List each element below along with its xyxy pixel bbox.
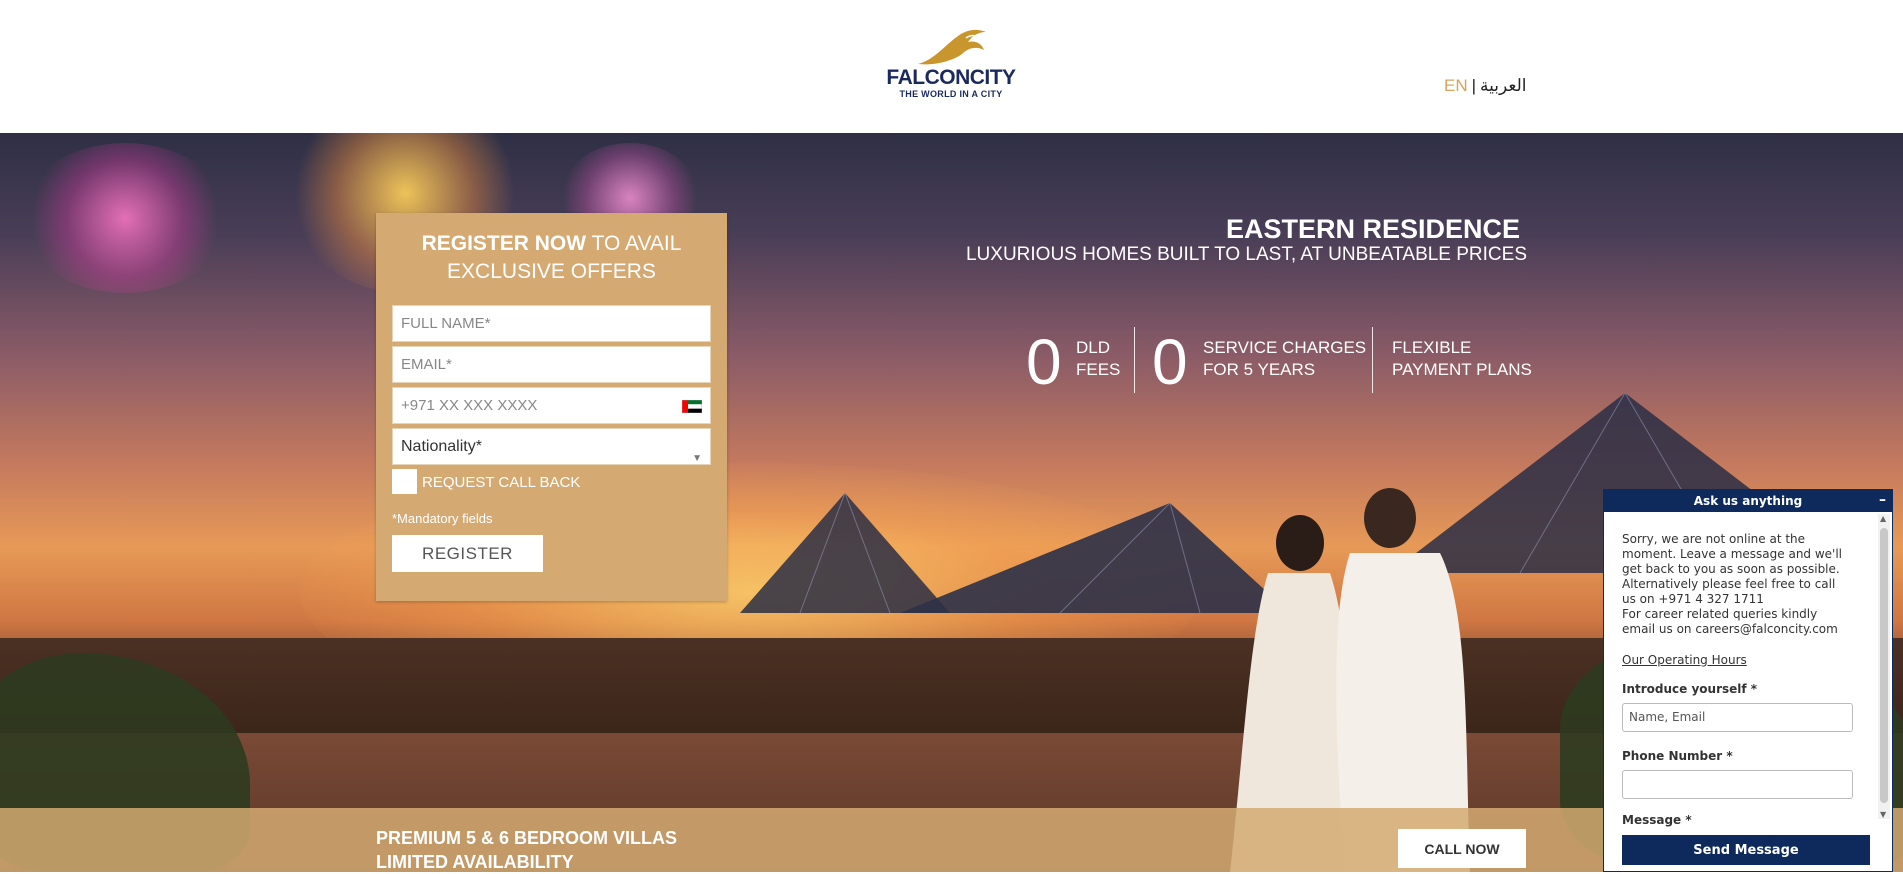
chat-message-line: For career related queries kindly: [1622, 607, 1818, 621]
message-label: Message *: [1622, 813, 1692, 827]
promo-text: PREMIUM 5 & 6 BEDROOM VILLAS LIMITED AVA…: [376, 826, 677, 874]
register-button[interactable]: REGISTER: [392, 535, 543, 572]
call-now-button[interactable]: CALL NOW: [1398, 829, 1526, 868]
form-title-bold: REGISTER NOW: [421, 232, 587, 255]
site-header: FALCONCITY THE WORLD IN A CITY EN | العربي…: [0, 0, 1903, 133]
email-input[interactable]: EMAIL*: [392, 346, 711, 383]
falcon-logo-icon: [918, 29, 986, 65]
nationality-selected-value: Nationality*: [401, 438, 482, 455]
chat-widget: Ask us anything – Sorry, we are not onli…: [1603, 489, 1893, 872]
chat-title: Ask us anything: [1693, 494, 1803, 508]
mandatory-note: *Mandatory fields: [392, 511, 493, 526]
nationality-select[interactable]: Nationality* ▼: [392, 428, 711, 465]
chat-message-line: get back to you as soon as possible.: [1622, 562, 1840, 576]
register-form: REGISTER NOW TO AVAIL EXCLUSIVE OFFERS F…: [376, 213, 727, 601]
logo-tagline: THE WORLD IN A CITY: [899, 89, 1003, 99]
stat-label-line: FOR 5 YEARS: [1203, 360, 1316, 379]
stat-divider: [1372, 327, 1373, 393]
project-title: EASTERN RESIDENCE: [1225, 214, 1520, 244]
language-switcher: EN | العربية: [1444, 76, 1527, 96]
uae-flag-icon[interactable]: [682, 400, 702, 413]
chat-header[interactable]: Ask us anything –: [1604, 490, 1892, 512]
scroll-up-icon[interactable]: ▲: [1880, 514, 1886, 523]
request-callback-checkbox[interactable]: [392, 469, 417, 494]
chat-scrollbar[interactable]: ▲ ▼: [1878, 514, 1890, 819]
stat-label: DLD FEES: [1076, 337, 1120, 381]
stat-label-line: DLD: [1076, 338, 1111, 357]
chat-message-line: email us on careers@falconcity.com: [1622, 622, 1838, 636]
promo-line: PREMIUM 5 & 6 BEDROOM VILLAS: [376, 828, 678, 848]
phone-number-label: Phone Number *: [1622, 749, 1733, 763]
phone-input[interactable]: +971 XX XXX XXXX: [392, 387, 711, 424]
scroll-down-icon[interactable]: ▼: [1880, 810, 1886, 819]
logo-name: FALCONCITY: [886, 66, 1016, 89]
stat-label-line: FEES: [1076, 360, 1121, 379]
stat-number: 0: [1152, 326, 1188, 398]
lang-en-link[interactable]: EN: [1444, 76, 1468, 95]
stat-label: FLEXIBLE PAYMENT PLANS: [1392, 337, 1532, 381]
stat-number: 0: [1026, 326, 1062, 398]
form-title: REGISTER NOW TO AVAIL EXCLUSIVE OFFERS: [376, 230, 727, 286]
scroll-thumb[interactable]: [1880, 528, 1888, 803]
introduce-input[interactable]: Name, Email: [1622, 703, 1853, 732]
stat-label-line: PAYMENT PLANS: [1392, 360, 1532, 379]
chat-message-line: Sorry, we are not online at the: [1622, 532, 1806, 546]
chat-offline-message: Sorry, we are not online at the moment. …: [1622, 532, 1854, 637]
project-subtitle: LUXURIOUS HOMES BUILT TO LAST, AT UNBEAT…: [965, 244, 1527, 265]
chat-message-line: moment. Leave a message and we'll: [1622, 547, 1843, 561]
phone-number-input[interactable]: [1622, 770, 1853, 799]
stat-label-line: SERVICE CHARGES: [1203, 338, 1367, 357]
chat-message-line: us on +971 4 327 1711: [1622, 592, 1764, 606]
stat-divider: [1134, 327, 1135, 393]
lang-ar-link[interactable]: العربية: [1480, 76, 1526, 95]
stat-label: SERVICE CHARGES FOR 5 YEARS: [1203, 337, 1366, 381]
lang-separator: |: [1471, 76, 1477, 95]
chevron-down-icon: ▼: [692, 453, 702, 464]
introduce-label: Introduce yourself *: [1622, 682, 1758, 696]
full-name-input[interactable]: FULL NAME*: [392, 305, 711, 342]
phone-placeholder: +971 XX XXX XXXX: [401, 397, 538, 414]
send-message-button[interactable]: Send Message: [1622, 835, 1870, 865]
stat-label-line: FLEXIBLE: [1392, 338, 1472, 357]
falconcity-logo[interactable]: FALCONCITY THE WORLD IN A CITY: [882, 26, 1020, 100]
minimize-icon[interactable]: –: [1879, 490, 1886, 510]
request-callback-label[interactable]: REQUEST CALL BACK: [422, 474, 580, 491]
operating-hours-link[interactable]: Our Operating Hours: [1622, 653, 1747, 667]
chat-message-line: Alternatively please feel free to call: [1622, 577, 1836, 591]
promo-line: LIMITED AVAILABILITY: [376, 852, 574, 872]
